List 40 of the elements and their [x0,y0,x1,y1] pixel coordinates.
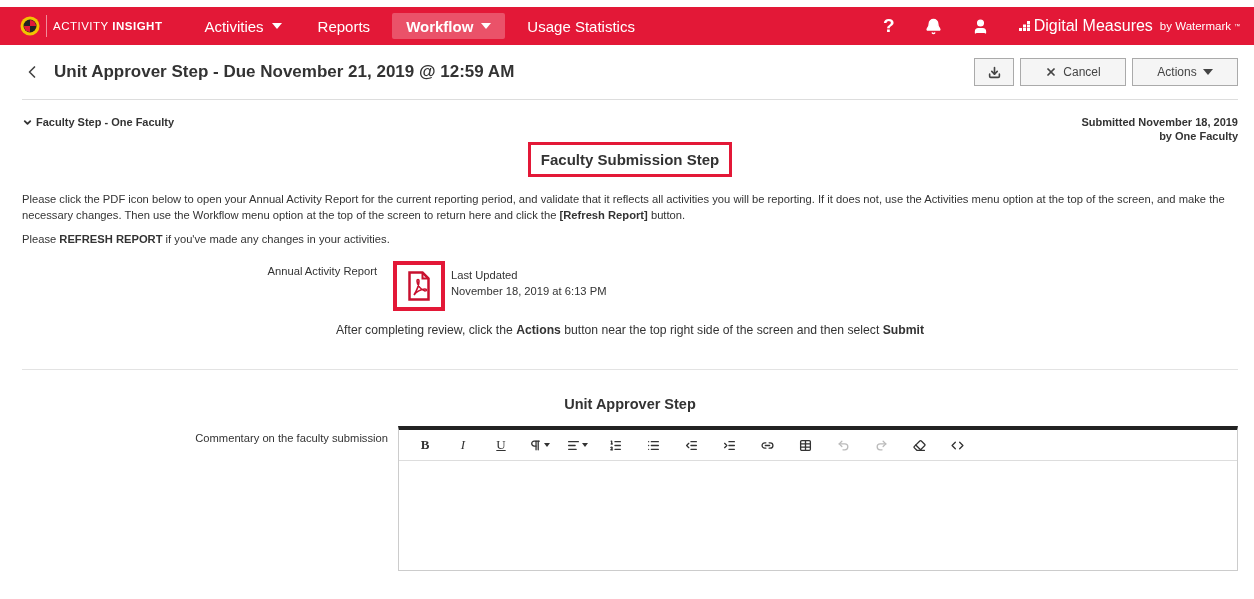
field-label: Commentary on the faculty submission [195,431,389,446]
nav-menu-item[interactable]: Usage Statistics [513,13,649,39]
download-button[interactable] [974,58,1014,86]
instructions-text: Please click the PDF icon below to open your Annual Activity Report for the current reporting period, and validate that it reflects all activities you will be reporting. If it does not, use the Activities menu option at the top of the screen, and make the necessary changes. Then use the Workflow menu option at the top of the screen to return here and click the [Refresh Report] button. [22,192,1226,223]
underline-button[interactable]: U [483,432,519,458]
caret-icon [543,443,550,447]
last-updated-label: Last Updated [451,268,519,283]
nav-menu-item[interactable]: Activities [190,13,296,39]
app-logo-text: ACTIVITY INSIGHT [53,20,163,32]
nav-menu-item[interactable]: Workflow [392,13,506,39]
help-link[interactable]: ? [883,15,895,37]
last-updated-date: November 18, 2019 at 6:13 PM [451,284,608,299]
italic-button[interactable]: I [445,432,481,458]
nav-menu-item[interactable]: Reports [303,13,385,39]
close-icon [1045,66,1058,78]
caret-icon [271,23,282,29]
download-icon [987,65,1001,79]
cancel-button[interactable]: Cancel [1020,58,1126,86]
notification-bell-icon[interactable] [924,17,942,35]
submitted-by: by One Faculty [1159,130,1238,142]
page-title: Unit Approver Step - Due November 21, 2019 @ 12:59 AM [54,62,515,82]
review-instructions: After completing review, click the Actions button near the top right side of the screen and then select Submit [335,323,925,337]
refresh-note: Please REFRESH REPORT if you've made any changes in your activities. [22,232,391,247]
brand-name: Digital Measures [1033,17,1153,35]
report-label: Annual Activity Report [267,264,378,277]
caret-icon [481,23,492,29]
dots-logo-icon [1018,21,1031,31]
actions-button[interactable]: Actions [1132,58,1238,86]
caret-icon [581,443,588,447]
brand-byline: by Watermark [1159,20,1231,32]
caret-icon [1202,69,1213,75]
submitted-date: Submitted November 18, 2019 [1081,116,1238,128]
seal-icon [20,16,40,36]
bold-button[interactable]: B [407,432,443,458]
divider-line [46,15,47,37]
pdf-file-icon [408,271,430,301]
pdf-button[interactable] [393,261,445,311]
step-toggle[interactable]: Faculty Step - One Faculty [22,116,175,128]
section-heading: Faculty Submission Step [527,142,733,177]
section-heading: Unit Approver Step [563,396,697,412]
